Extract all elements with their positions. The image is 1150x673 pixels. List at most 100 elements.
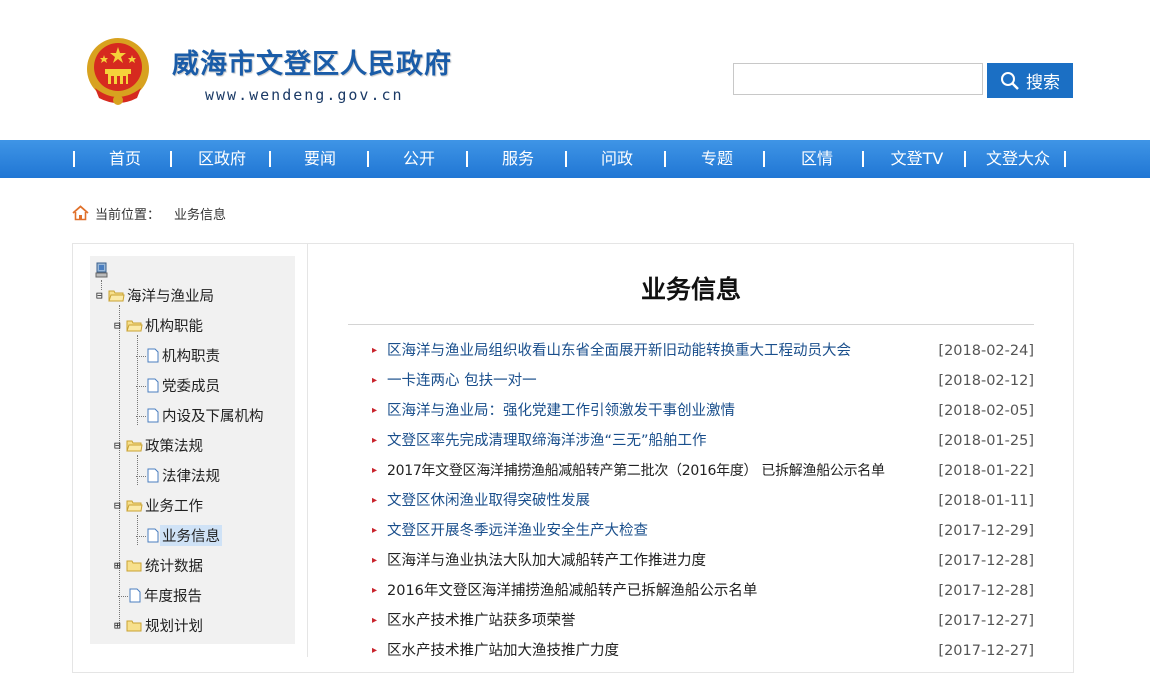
bullet-icon: ▸ [372,525,378,536]
news-item[interactable]: ▸ 区海洋与渔业局组织收看山东省全面展开新旧动能转换重大工程动员大会 [2018… [372,336,1034,366]
nav-item-inquiry[interactable]: 问政 [577,140,657,178]
tree-item-ocean-fishery-bureau[interactable]: ⊟ 海洋与渔业局 [96,284,216,306]
collapse-icon[interactable]: ⊟ [114,499,126,512]
nav-item-tv[interactable]: 文登TV [873,140,961,178]
bullet-icon: ▸ [372,435,378,446]
news-date: [2018-01-25] [938,433,1034,449]
expand-icon[interactable]: ⊞ [114,559,126,572]
tree-item-org-duties[interactable]: 机构职责 [136,344,222,366]
tree-branch [136,355,146,357]
news-item[interactable]: ▸ 区水产技术推广站加大渔技推广力度 [2017-12-27] [372,636,1034,666]
bullet-icon: ▸ [372,465,378,476]
search-button-label: 搜索 [1026,73,1060,93]
news-item[interactable]: ▸ 文登区休闲渔业取得突破性发展 [2018-01-11] [372,486,1034,516]
tree-item-internal-units[interactable]: 内设及下属机构 [136,404,266,426]
bullet-icon: ▸ [372,345,378,356]
news-title-link[interactable]: 区海洋与渔业局组织收看山东省全面展开新旧动能转换重大工程动员大会 [387,336,851,366]
tree-branch [118,595,128,597]
expand-icon[interactable]: ⊞ [114,619,126,632]
tree-line [119,305,120,625]
collapse-icon[interactable]: ⊟ [114,439,126,452]
folder-icon [126,560,142,571]
news-date: [2017-12-28] [938,583,1034,599]
tree-item-org-functions[interactable]: ⊟ 机构职能 [114,314,205,336]
news-item[interactable]: ▸ 区海洋与渔业局：强化党建工作引领激发干事创业激情 [2018-02-05] [372,396,1034,426]
collapse-icon[interactable]: ⊟ [114,319,126,332]
news-title-link[interactable]: 2016年文登区海洋捕捞渔船减船转产已拆解渔船公示名单 [387,576,757,606]
news-title-link[interactable]: 2017年文登区海洋捕捞渔船减船转产第二批次（2016年度） 已拆解渔船公示名单 [387,456,885,486]
tree-item-annual-report[interactable]: 年度报告 [118,584,204,606]
nav-separator [763,151,765,167]
nav-separator [964,151,966,167]
news-item[interactable]: ▸ 一卡连两心 包扶一对一 [2018-02-12] [372,366,1034,396]
national-emblem-icon[interactable] [85,36,151,106]
nav-separator [862,151,864,167]
nav-item-news[interactable]: 要闻 [280,140,360,178]
tree-item-policies[interactable]: ⊟ 政策法规 [114,434,205,456]
nav-separator [170,151,172,167]
tree-item-statistics[interactable]: ⊞ 统计数据 [114,554,205,576]
nav-separator [466,151,468,167]
nav-item-topics[interactable]: 专题 [677,140,757,178]
page-icon [147,378,159,392]
tree-item-label: 海洋与渔业局 [127,288,214,305]
main-nav: 首页 区政府 要闻 公开 服务 问政 专题 区情 文登TV 文登大众 [0,140,1150,178]
news-title-link[interactable]: 文登区开展冬季远洋渔业安全生产大检查 [387,516,648,546]
search-button[interactable]: 搜索 [987,63,1073,98]
tree-item-label-selected: 业务信息 [160,524,222,546]
news-date: [2017-12-29] [938,523,1034,539]
tree-item-label: 政策法规 [145,438,203,455]
news-date: [2018-01-11] [938,493,1034,509]
collapse-icon[interactable]: ⊟ [96,289,108,302]
bullet-icon: ▸ [372,495,378,506]
breadcrumb-prefix: 当前位置： [95,207,161,223]
site-title[interactable]: 威海市文登区人民政府 [172,42,452,81]
tree-item-label: 业务工作 [145,498,203,515]
search-input[interactable] [733,63,983,95]
open-folder-icon [108,290,125,301]
breadcrumb-current[interactable]: 业务信息 [174,204,226,223]
news-date: [2017-12-28] [938,553,1034,569]
tree-item-business-work[interactable]: ⊟ 业务工作 [114,494,205,516]
nav-separator [565,151,567,167]
tree-item-laws[interactable]: 法律法规 [136,464,222,486]
news-title-link[interactable]: 区水产技术推广站加大渔技推广力度 [387,636,619,666]
home-icon[interactable] [72,205,89,221]
bullet-icon: ▸ [372,555,378,566]
news-title-link[interactable]: 一卡连两心 包扶一对一 [387,366,537,396]
nav-item-home[interactable]: 首页 [85,140,165,178]
news-title-link[interactable]: 区海洋与渔业执法大队加大减船转产工作推进力度 [387,546,706,576]
page-title: 业务信息 [640,275,741,304]
tree-item-label: 年度报告 [144,588,202,605]
bullet-icon: ▸ [372,405,378,416]
news-date: [2018-02-24] [938,343,1034,359]
news-title-link[interactable]: 区海洋与渔业局：强化党建工作引领激发干事创业激情 [387,396,735,426]
tree-item-party-members[interactable]: 党委成员 [136,374,222,396]
nav-item-public[interactable]: 公开 [379,140,459,178]
tree-item-label: 党委成员 [162,378,220,395]
news-title-link[interactable]: 区水产技术推广站获多项荣誉 [387,606,576,636]
nav-item-dazhong[interactable]: 文登大众 [974,140,1062,178]
nav-item-district-info[interactable]: 区情 [777,140,857,178]
news-title-link[interactable]: 文登区休闲渔业取得突破性发展 [387,486,590,516]
news-item[interactable]: ▸ 2016年文登区海洋捕捞渔船减船转产已拆解渔船公示名单 [2017-12-2… [372,576,1034,606]
site-url: www.wendeng.gov.cn [205,86,404,104]
page-icon [129,588,141,602]
news-title-link[interactable]: 文登区率先完成清理取缔海洋涉渔“三无”船舶工作 [387,426,707,456]
column-divider [307,244,308,657]
tree-item-business-info[interactable]: 业务信息 [136,524,222,546]
nav-separator [269,151,271,167]
tree-item-label: 法律法规 [162,468,220,485]
page-icon [147,468,159,482]
news-item[interactable]: ▸ 文登区率先完成清理取缔海洋涉渔“三无”船舶工作 [2018-01-25] [372,426,1034,456]
news-item[interactable]: ▸ 区水产技术推广站获多项荣誉 [2017-12-27] [372,606,1034,636]
open-folder-icon [126,320,143,331]
nav-item-service[interactable]: 服务 [478,140,558,178]
news-item[interactable]: ▸ 区海洋与渔业执法大队加大减船转产工作推进力度 [2017-12-28] [372,546,1034,576]
nav-separator [73,151,75,167]
news-date: [2017-12-27] [938,643,1034,659]
news-item[interactable]: ▸ 2017年文登区海洋捕捞渔船减船转产第二批次（2016年度） 已拆解渔船公示… [372,456,1034,486]
nav-item-government[interactable]: 区政府 [182,140,262,178]
tree-item-planning[interactable]: ⊞ 规划计划 [114,614,205,636]
news-item[interactable]: ▸ 文登区开展冬季远洋渔业安全生产大检查 [2017-12-29] [372,516,1034,546]
